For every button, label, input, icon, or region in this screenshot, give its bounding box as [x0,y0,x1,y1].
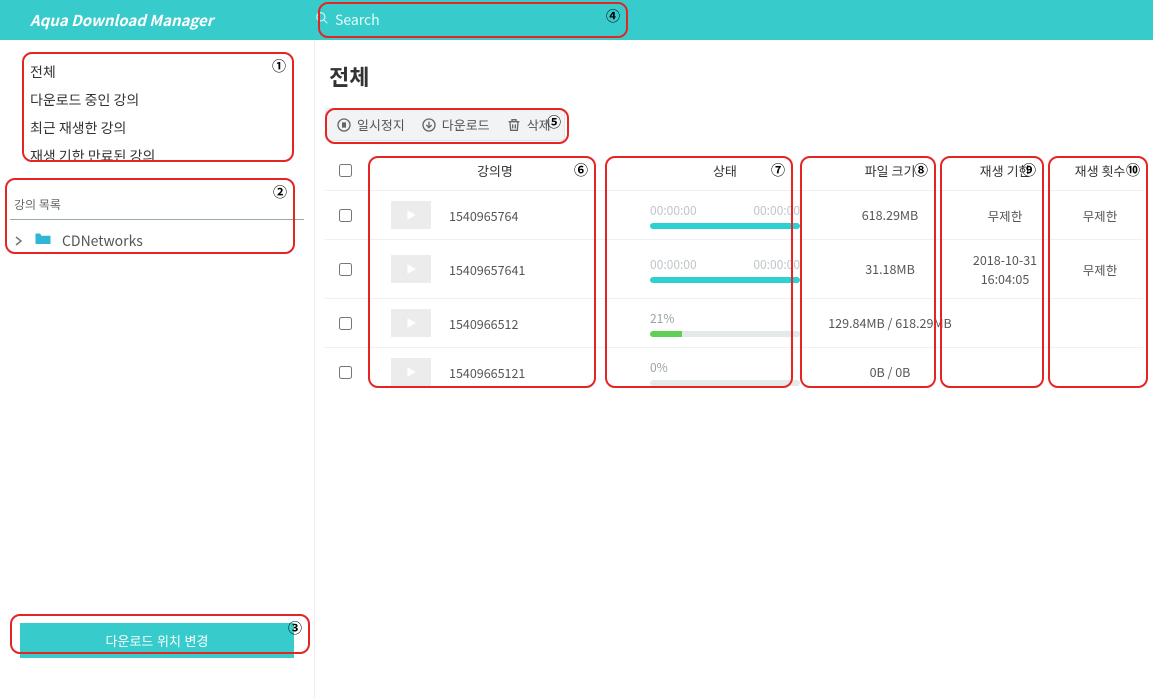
row-size: 0B / 0B [825,364,955,380]
table-row: 1540965764 00:00:0000:00:00 618.29MB 무제한… [325,190,1143,239]
row-status: 00:00:0000:00:00 [625,202,825,229]
row-expire: 2018-10-31 16:04:05 [955,250,1055,288]
col-size: 파일 크기 [825,161,955,180]
search-icon [315,10,329,30]
row-plays: 무제한 [1055,260,1145,279]
col-status: 상태 [625,161,825,180]
tree-item-cdnetworks[interactable]: CDNetworks [10,220,304,261]
row-name: 1540966512 [449,314,518,333]
sidebar-item-expired[interactable]: 재생 기한 만료된 강의 [30,142,284,170]
catalog-title: 강의 목록 [10,192,304,220]
row-status: 00:00:0000:00:00 [625,256,825,283]
row-status: 21% [625,310,825,337]
filter-list: 전체 다운로드 중인 강의 최근 재생한 강의 재생 기한 만료된 강의 [0,40,314,182]
select-all-checkbox[interactable] [339,164,352,177]
folder-icon [34,230,52,251]
sidebar-item-recent[interactable]: 최근 재생한 강의 [30,114,284,142]
page-title: 전체 [325,54,1143,108]
sidebar-item-all[interactable]: 전체 [30,58,284,86]
change-download-location-button[interactable]: 다운로드 위치 변경 [20,623,294,658]
row-name: 15409657641 [449,260,525,279]
delete-button[interactable]: 삭제 [506,115,551,134]
content: 전체 일시정지 다운로드 삭제 강의명 [315,40,1153,698]
toolbar: 일시정지 다운로드 삭제 [325,108,565,141]
app-brand: Aqua Download Manager [0,10,315,31]
col-expire: 재생 기한 [955,161,1055,180]
play-thumb-icon[interactable] [391,201,431,229]
row-checkbox[interactable] [339,366,352,379]
play-thumb-icon[interactable] [391,358,431,386]
row-status: 0% [625,359,825,386]
col-plays: 재생 횟수 [1055,161,1145,180]
row-expire: 무제한 [955,206,1055,225]
sidebar-item-downloading[interactable]: 다운로드 중인 강의 [30,86,284,114]
search-placeholder: Search [335,10,380,30]
row-checkbox[interactable] [339,317,352,330]
row-name: 1540965764 [449,206,518,225]
col-name: 강의명 [365,161,625,180]
tree-item-label: CDNetworks [62,231,143,251]
row-size: 618.29MB [825,207,955,223]
chevron-right-icon [14,231,24,251]
grid: 강의명 상태 파일 크기 재생 기한 재생 횟수 1540965764 00:0… [325,151,1143,396]
catalog: 강의 목록 CDNetworks [0,182,314,261]
row-size: 31.18MB [825,261,955,277]
row-checkbox[interactable] [339,263,352,276]
table-row: 1540966512 21% 129.84MB / 618.29MB [325,298,1143,347]
topbar: Aqua Download Manager Search [0,0,1153,40]
row-plays: 무제한 [1055,206,1145,225]
table-row: 15409665121 0% 0B / 0B [325,347,1143,396]
row-checkbox[interactable] [339,209,352,222]
search-box[interactable]: Search [315,10,1153,30]
row-name: 15409665121 [449,363,525,382]
play-thumb-icon[interactable] [391,255,431,283]
grid-header: 강의명 상태 파일 크기 재생 기한 재생 횟수 [325,151,1143,190]
sidebar: 전체 다운로드 중인 강의 최근 재생한 강의 재생 기한 만료된 강의 강의 … [0,40,315,698]
play-thumb-icon[interactable] [391,309,431,337]
pause-button[interactable]: 일시정지 [336,115,405,134]
download-button[interactable]: 다운로드 [421,115,490,134]
row-size: 129.84MB / 618.29MB [825,315,955,331]
table-row: 15409657641 00:00:0000:00:00 31.18MB 201… [325,239,1143,298]
